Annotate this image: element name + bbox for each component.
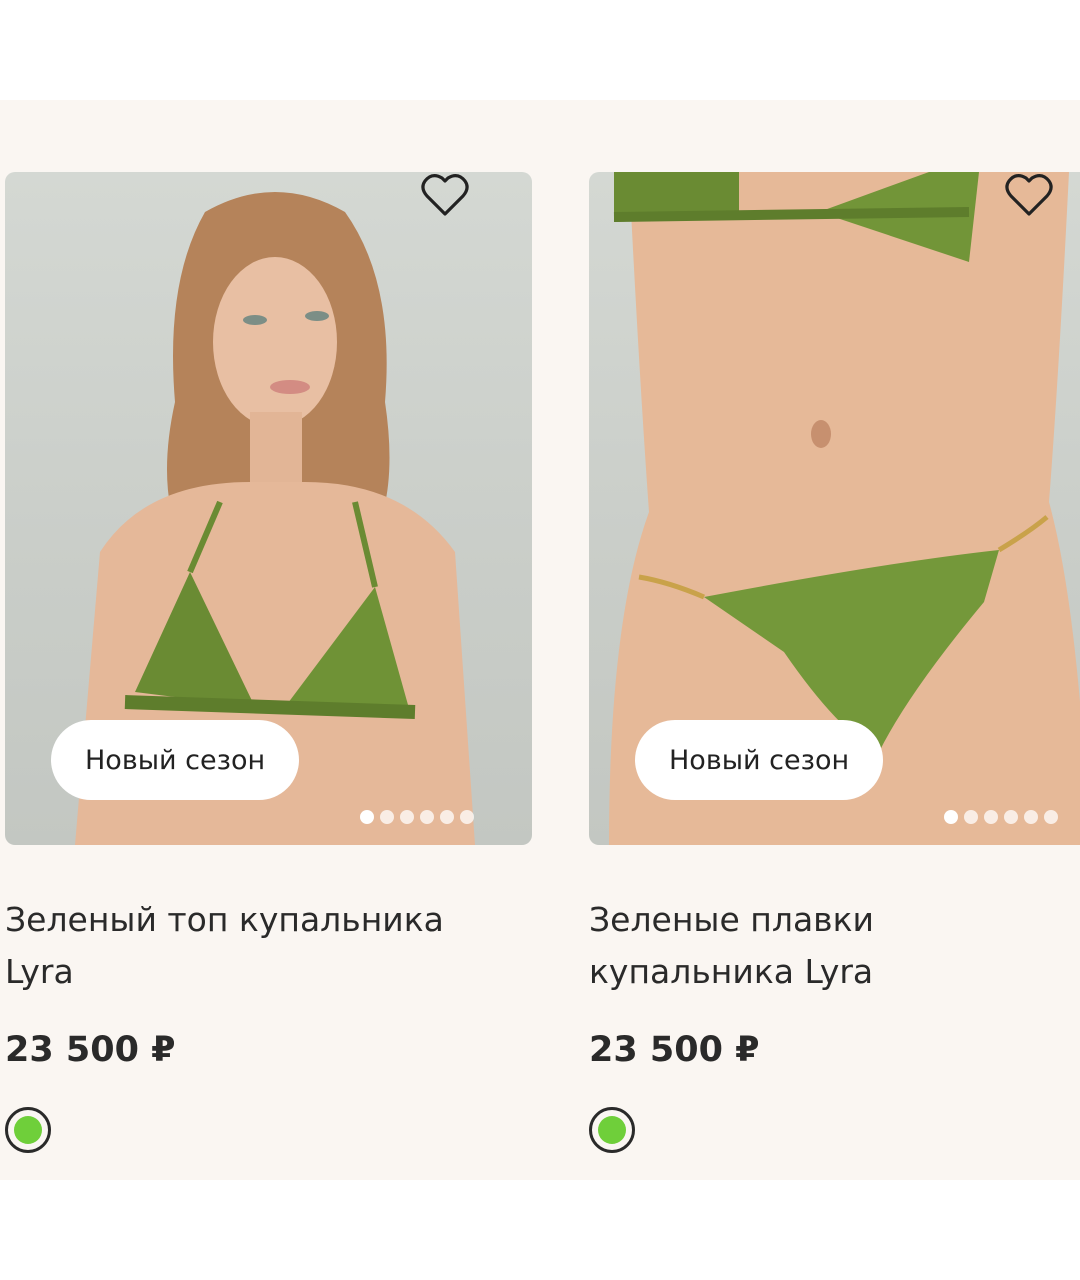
image-pagination-dots[interactable]	[944, 810, 1058, 824]
product-photo[interactable]: Новый сезон	[5, 172, 532, 845]
pagination-dot[interactable]	[380, 810, 394, 824]
new-season-badge: Новый сезон	[51, 720, 300, 800]
product-price: 23 500 ₽	[5, 1030, 176, 1070]
pagination-dot[interactable]	[1044, 810, 1058, 824]
product-price: 23 500 ₽	[589, 1030, 760, 1070]
pagination-dot[interactable]	[460, 810, 474, 824]
color-swatch-fill	[598, 1116, 626, 1144]
product-title[interactable]: Зеленый топ купальника Lyra	[5, 894, 505, 998]
color-swatch[interactable]	[589, 1107, 635, 1153]
pagination-dot[interactable]	[1004, 810, 1018, 824]
bottom-area	[0, 1180, 1080, 1280]
favorite-heart-icon[interactable]	[1004, 172, 1054, 218]
image-pagination-dots[interactable]	[360, 810, 474, 824]
product-title[interactable]: Зеленые плавки купальника Lyra	[589, 894, 1080, 998]
color-swatch[interactable]	[5, 1107, 51, 1153]
pagination-dot[interactable]	[964, 810, 978, 824]
pagination-dot[interactable]	[1024, 810, 1038, 824]
pagination-dot[interactable]	[944, 810, 958, 824]
product-photo[interactable]: Новый сезон	[589, 172, 1080, 845]
new-season-badge: Новый сезон	[635, 720, 884, 800]
color-swatch-fill	[14, 1116, 42, 1144]
favorite-heart-icon[interactable]	[420, 172, 470, 218]
pagination-dot[interactable]	[420, 810, 434, 824]
top-area	[0, 0, 1080, 100]
pagination-dot[interactable]	[360, 810, 374, 824]
pagination-dot[interactable]	[400, 810, 414, 824]
product-card-bottoms[interactable]: Новый сезон Зеленые плавки купальника Ly…	[589, 172, 1080, 1182]
product-card-top[interactable]: Новый сезон Зеленый топ купальника Lyra …	[5, 172, 532, 1182]
pagination-dot[interactable]	[440, 810, 454, 824]
pagination-dot[interactable]	[984, 810, 998, 824]
